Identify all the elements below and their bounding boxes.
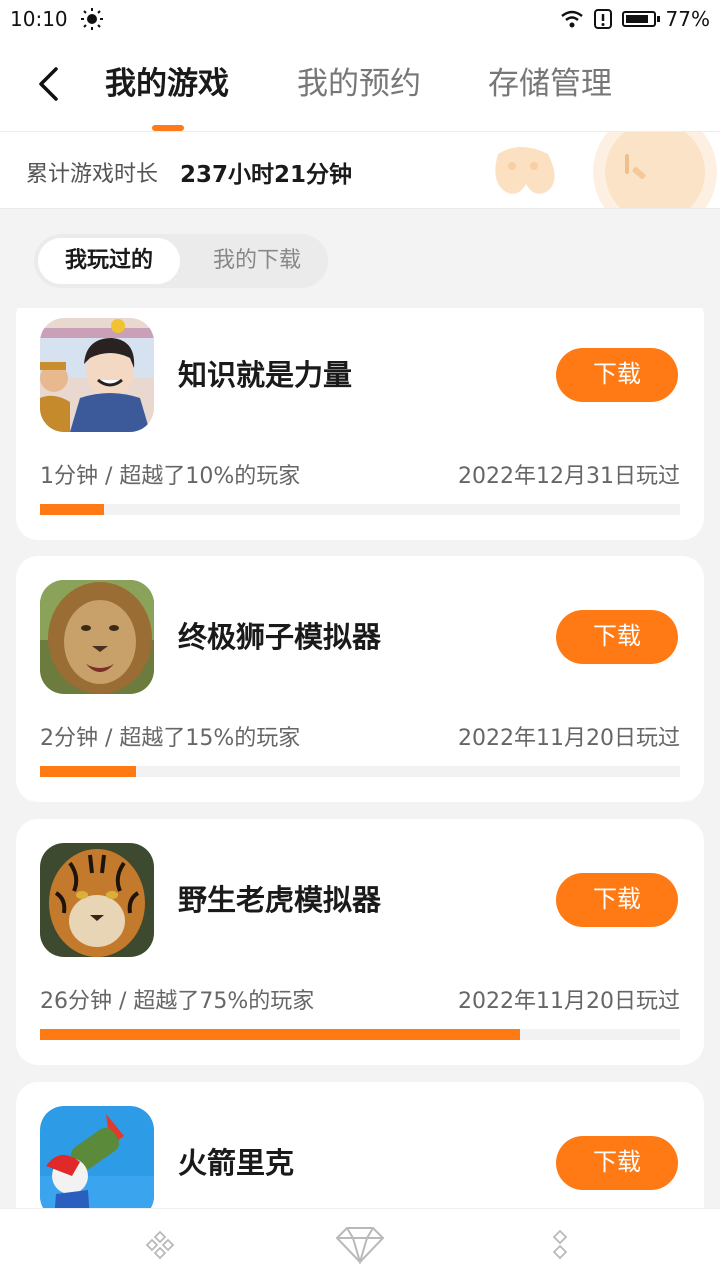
status-bar: 10:10 77%: [0, 0, 720, 38]
game-card[interactable]: 火箭里克 下载: [16, 1082, 704, 1208]
rank-progress-fill: [40, 1029, 520, 1040]
download-button[interactable]: 下载: [556, 610, 678, 664]
last-played-date: 2022年11月20日玩过: [458, 726, 680, 751]
nav-item-home[interactable]: [134, 1223, 186, 1267]
back-button[interactable]: [26, 60, 70, 108]
game-card[interactable]: 野生老虎模拟器 下载 26分钟 / 超越了75%的玩家 2022年11月20日玩…: [16, 819, 704, 1065]
rank-progress-fill: [40, 766, 136, 777]
tab-my-reservations[interactable]: 我的预约: [297, 62, 421, 106]
tab-storage-management[interactable]: 存储管理: [488, 62, 612, 106]
sub-tab-downloads[interactable]: 我的下载: [192, 234, 322, 288]
game-card[interactable]: 知识就是力量 下载 1分钟 / 超越了10%的玩家 2022年12月31日玩过: [16, 308, 704, 540]
quiz-game-icon: [40, 318, 154, 432]
gem-icon: [335, 1227, 385, 1264]
tiger-game-icon: [40, 843, 154, 957]
diamond-cluster-icon: [145, 1230, 175, 1260]
download-button[interactable]: 下载: [556, 348, 678, 402]
nav-item-center[interactable]: [334, 1223, 386, 1267]
playtime-summary: 累计游戏时长 237小时21分钟: [0, 132, 720, 209]
game-title: 终极狮子模拟器: [178, 620, 382, 654]
brightness-icon: [80, 8, 103, 30]
sub-tab-switch: 我玩过的 我的下载: [34, 234, 328, 288]
diamond-pair-icon: [552, 1229, 568, 1260]
last-played-date: 2022年12月31日玩过: [458, 464, 680, 489]
rocket-game-icon: [40, 1106, 154, 1208]
game-list: 知识就是力量 下载 1分钟 / 超越了10%的玩家 2022年12月31日玩过 …: [0, 308, 720, 1208]
nav-item-more[interactable]: [534, 1223, 586, 1267]
playtime-value: 237小时21分钟: [180, 162, 353, 188]
playtime-stats: 1分钟 / 超越了10%的玩家: [40, 464, 301, 489]
sub-tab-played[interactable]: 我玩过的: [38, 238, 180, 284]
download-button[interactable]: 下载: [556, 1136, 678, 1190]
active-tab-indicator: [152, 125, 184, 131]
playtime-stats: 2分钟 / 超越了15%的玩家: [40, 726, 301, 751]
back-arrow-icon: [39, 67, 58, 101]
alert-icon: [593, 9, 612, 29]
header: 我的游戏 我的预约 存储管理: [0, 38, 720, 132]
rank-progress-fill: [40, 504, 104, 515]
tab-my-games[interactable]: 我的游戏: [105, 62, 229, 106]
clock: 10:10: [10, 7, 68, 31]
battery-level: 77%: [665, 7, 710, 31]
last-played-date: 2022年11月20日玩过: [458, 989, 680, 1014]
rank-progress-bar: [40, 1029, 680, 1040]
clock-gamepad-illustration: [495, 132, 717, 208]
playtime-label: 累计游戏时长: [26, 162, 159, 187]
bottom-navigation: [0, 1208, 720, 1280]
game-title: 知识就是力量: [178, 358, 353, 392]
rank-progress-bar: [40, 766, 680, 777]
game-card[interactable]: 终极狮子模拟器 下载 2分钟 / 超越了15%的玩家 2022年11月20日玩过: [16, 556, 704, 802]
battery-icon: [621, 11, 660, 27]
rank-progress-bar: [40, 504, 680, 515]
wifi-icon: [560, 10, 583, 28]
lion-game-icon: [40, 580, 154, 694]
game-title: 野生老虎模拟器: [178, 883, 382, 917]
download-button[interactable]: 下载: [556, 873, 678, 927]
game-title: 火箭里克: [178, 1146, 295, 1180]
playtime-stats: 26分钟 / 超越了75%的玩家: [40, 989, 315, 1014]
